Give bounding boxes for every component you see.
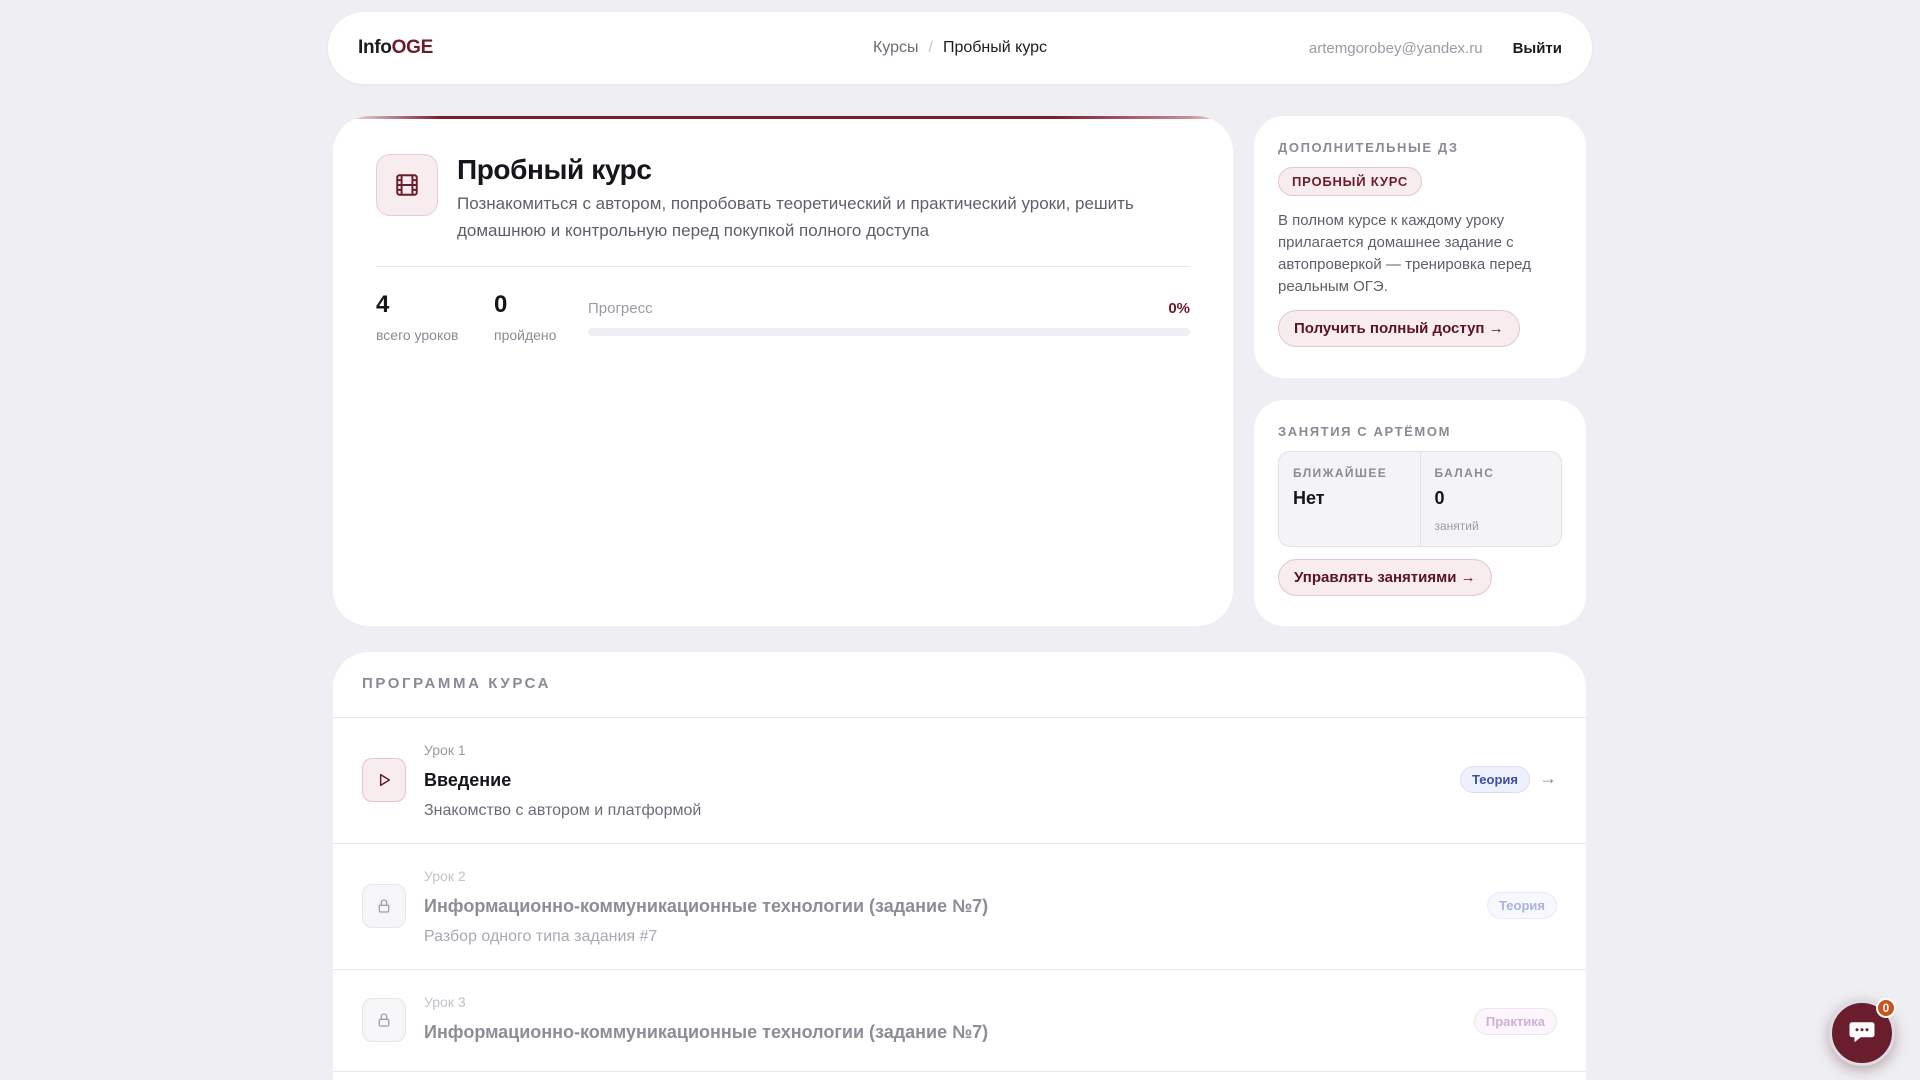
lock-icon xyxy=(362,884,406,928)
lesson-title: Информационно-коммуникационные технологи… xyxy=(424,1022,989,1042)
logo[interactable]: InfoOGE xyxy=(358,37,433,59)
extra-homework-text: В полном курсе к каждому уроку прилагает… xyxy=(1278,212,1531,295)
divider xyxy=(376,266,1190,267)
breadcrumb-separator: / xyxy=(928,39,933,56)
lesson-item-2[interactable]: Урок 2 Информационно-коммуникационные те… xyxy=(333,844,1586,970)
sessions-stats: БЛИЖАЙШЕЕ Нет БАЛАНС 0 занятий xyxy=(1278,451,1562,547)
next-session-cell: БЛИЖАЙШЕЕ Нет xyxy=(1279,452,1420,546)
chat-unread-badge: 0 xyxy=(1876,998,1896,1018)
lesson-item-3[interactable]: Урок 3 Информационно-коммуникационные те… xyxy=(333,970,1586,1072)
stat-total-lessons: 4 всего уроков xyxy=(376,291,458,343)
progress-label: Прогресс xyxy=(588,300,653,317)
extra-homework-card: ДОПОЛНИТЕЛЬНЫЕ ДЗ ПРОБНЫЙ КУРС В полном … xyxy=(1254,116,1586,378)
balance-cell: БАЛАНС 0 занятий xyxy=(1419,452,1562,546)
course-program: ПРОГРАММА КУРСА Урок 1 Введение Знакомст… xyxy=(333,652,1586,1080)
next-session-value: Нет xyxy=(1293,488,1325,508)
stat-done-value: 0 xyxy=(494,291,508,318)
play-icon xyxy=(362,758,406,802)
course-description: Познакомиться с автором, попробовать тео… xyxy=(457,194,1134,240)
lesson-title: Информационно-коммуникационные технологи… xyxy=(424,896,989,916)
card-accent-line xyxy=(333,116,1233,119)
course-overview-card: Пробный курс Познакомиться с автором, по… xyxy=(333,116,1233,626)
balance-label: БАЛАНС xyxy=(1434,466,1495,480)
extra-homework-label: ДОПОЛНИТЕЛЬНЫЕ ДЗ xyxy=(1278,140,1459,155)
trial-course-badge: ПРОБНЫЙ КУРС xyxy=(1278,167,1423,196)
stat-total-label: всего уроков xyxy=(376,327,459,343)
sessions-label: ЗАНЯТИЯ С АРТЁМОМ xyxy=(1278,424,1451,439)
lesson-number: Урок 3 xyxy=(424,994,466,1010)
course-title: Пробный курс xyxy=(457,154,652,185)
sessions-card: ЗАНЯТИЯ С АРТЁМОМ БЛИЖАЙШЕЕ Нет БАЛАНС 0… xyxy=(1254,400,1586,626)
next-session-label: БЛИЖАЙШЕЕ xyxy=(1293,466,1388,480)
balance-value: 0 xyxy=(1434,488,1445,508)
breadcrumb-current: Пробный курс xyxy=(942,39,1048,56)
lesson-number: Урок 2 xyxy=(424,868,466,884)
logout-button[interactable]: Выйти xyxy=(1513,40,1562,57)
lesson-number: Урок 1 xyxy=(424,742,466,758)
progress-percent: 0% xyxy=(1168,300,1190,317)
lesson-type-tag: Теория xyxy=(1487,892,1557,919)
breadcrumb-courses-link[interactable]: Курсы xyxy=(873,39,919,57)
get-full-access-button[interactable]: Получить полный доступ → xyxy=(1278,310,1520,347)
balance-unit: занятий xyxy=(1434,519,1479,533)
lesson-type-tag: Практика xyxy=(1473,1008,1557,1035)
lesson-subtitle: Разбор одного типа задания #7 xyxy=(424,928,658,945)
lock-icon xyxy=(362,998,406,1042)
stat-completed-lessons: 0 пройдено xyxy=(494,291,556,343)
user-area: artemgorobey@yandex.ru Выйти xyxy=(1309,40,1562,57)
lesson-subtitle: Знакомство с автором и платформой xyxy=(424,802,702,819)
lesson-type-tag: Теория xyxy=(1460,766,1530,793)
lesson-title: Введение xyxy=(424,770,512,790)
top-bar: InfoOGE Курсы / Пробный курс artemgorobe… xyxy=(328,12,1592,84)
progress-bar xyxy=(588,328,1190,336)
manage-sessions-button[interactable]: Управлять занятиями → xyxy=(1278,559,1492,596)
breadcrumb: Курсы / Пробный курс xyxy=(873,39,1047,57)
program-title: ПРОГРАММА КУРСА xyxy=(333,652,1586,718)
arrow-right-icon[interactable]: → xyxy=(1539,768,1557,789)
film-icon xyxy=(376,154,438,216)
chat-icon xyxy=(1847,1016,1877,1051)
stat-total-value: 4 xyxy=(376,291,390,318)
lesson-item-1[interactable]: Урок 1 Введение Знакомство с автором и п… xyxy=(333,718,1586,844)
user-email: artemgorobey@yandex.ru xyxy=(1308,39,1483,57)
logo-accent-text: OGE xyxy=(391,37,434,58)
stat-done-label: пройдено xyxy=(494,327,557,343)
logo-text: Info xyxy=(358,37,392,58)
